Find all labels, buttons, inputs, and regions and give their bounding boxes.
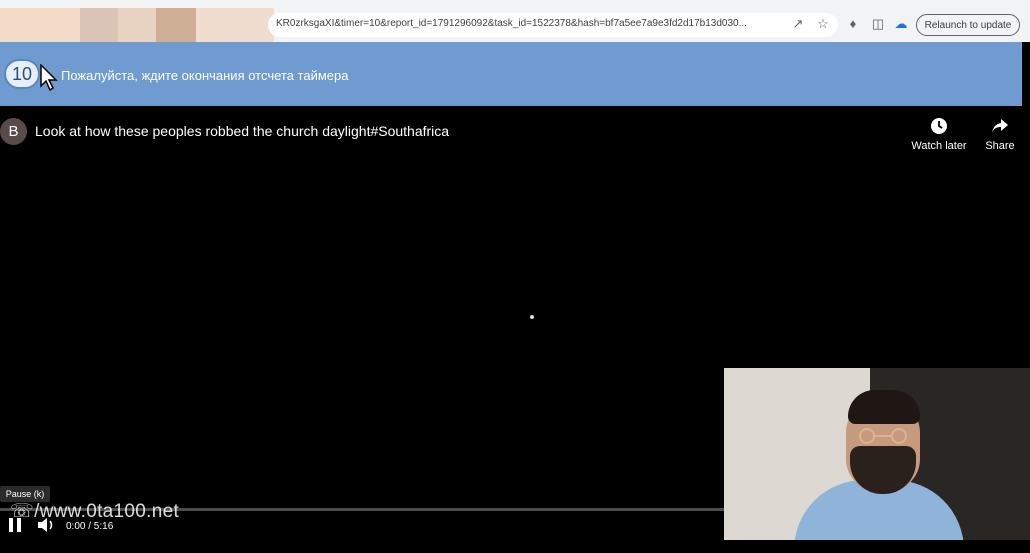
profile-extension-icon[interactable]: ☁: [893, 16, 909, 32]
webcam-person-hair: [848, 390, 920, 424]
watch-later-button[interactable]: Watch later: [904, 116, 974, 152]
countdown-timer: 10: [4, 59, 40, 89]
share-arrow-icon: [992, 119, 1008, 133]
clock-icon: [931, 118, 947, 134]
address-url[interactable]: KR0zrksgaXI&timer=10&report_id=179129609…: [276, 18, 786, 29]
watch-later-label: Watch later: [911, 140, 967, 152]
watermark-url: /www.0ta100.net: [34, 501, 180, 522]
mouse-cursor-icon: [40, 64, 58, 92]
webcam-overlay: [724, 368, 1030, 540]
channel-avatar[interactable]: B: [0, 118, 27, 145]
video-title[interactable]: Look at how these peoples robbed the chu…: [35, 123, 449, 139]
banner-message: Пожалуйста, ждите окончания отсчета тайм…: [61, 68, 349, 83]
share-page-icon[interactable]: ↗: [790, 16, 806, 32]
extensions-puzzle-icon[interactable]: ♦: [845, 16, 861, 32]
film-reel-icon: ☏: [10, 501, 35, 522]
side-panel-icon[interactable]: ◫: [870, 16, 886, 32]
relaunch-to-update-button[interactable]: Relaunch to update: [916, 14, 1020, 36]
watermark-text: ☏/www.0ta100.net: [10, 500, 179, 523]
share-label: Share: [985, 140, 1015, 152]
video-light-speck: [530, 315, 534, 319]
bookmark-star-icon[interactable]: ☆: [815, 16, 831, 32]
glasses-icon: [859, 428, 907, 444]
share-button[interactable]: Share: [965, 116, 1030, 152]
